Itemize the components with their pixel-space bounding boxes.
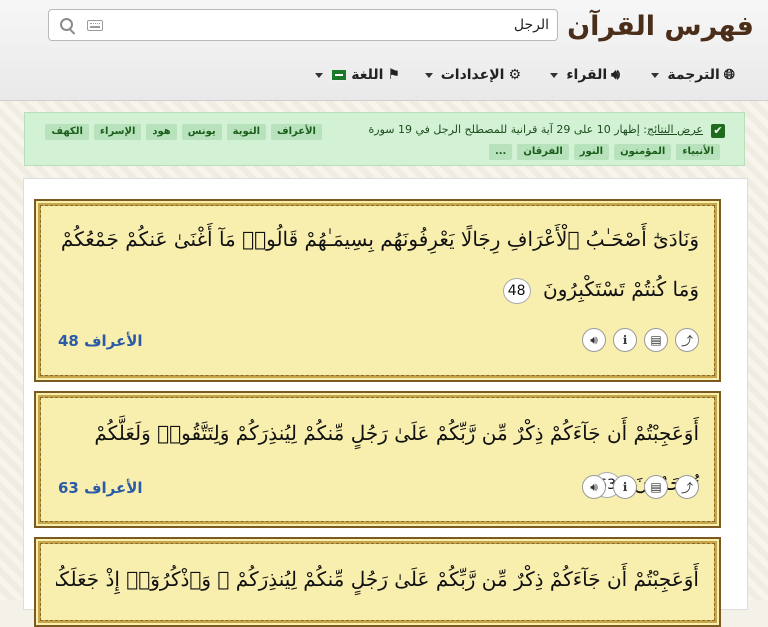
menu-settings-label: الإعدادات: [440, 67, 505, 83]
search-icon[interactable]: [60, 18, 73, 31]
verse-card: أَوَعَجِبْتُمْ أَن جَآءَكُمْ ذِكْرٌ مِّن…: [34, 537, 721, 627]
keyboard-icon[interactable]: [87, 20, 103, 31]
search-box: [48, 9, 558, 41]
app-header: فهرس القرآن 🌐︎ الترجمة 🔊︎ القراء ⚙︎ الإع…: [0, 0, 768, 101]
info-button[interactable]: ℹ: [613, 475, 637, 499]
share-button[interactable]: ⤴: [675, 475, 699, 499]
pdf-button[interactable]: ▤: [644, 328, 668, 352]
menu-language[interactable]: ⚑ اللغة: [315, 62, 400, 88]
flag-icon: ⚑: [387, 67, 400, 83]
logo-text: فهرس القرآن: [567, 10, 754, 42]
speaker-icon: 🔊︎: [611, 67, 620, 83]
verse-arabic: أَوَعَجِبْتُمْ أَن جَآءَكُمْ ذِكْرٌ مِّن…: [56, 567, 699, 591]
menu-translation[interactable]: 🌐︎ الترجمة: [651, 62, 735, 88]
surah-tags-row2: الأنبياء المؤمنون النور الفرقان ...: [488, 144, 720, 160]
surah-tag[interactable]: المؤمنون: [614, 144, 672, 160]
surah-tags-row1: الأعراف التوبة يونس هود الإسراء الكهف: [45, 124, 322, 140]
chevron-down-icon: [424, 72, 433, 78]
verse-actions: 🔊︎ ℹ ▤ ⤴: [582, 475, 699, 499]
chevron-down-icon: [651, 72, 660, 78]
surah-tag[interactable]: الأنبياء: [676, 144, 720, 160]
verse-reference-link[interactable]: الأعراف 63: [58, 479, 143, 497]
chevron-down-icon: [315, 72, 324, 78]
chevron-down-icon: [550, 72, 559, 78]
gear-icon: ⚙︎: [508, 67, 521, 83]
audio-button[interactable]: 🔊︎: [582, 475, 606, 499]
more-tags-button[interactable]: ...: [488, 144, 513, 160]
surah-tag[interactable]: الفرقان: [517, 144, 569, 160]
site-logo[interactable]: فهرس القرآن: [533, 6, 754, 46]
results-summary-text: : إظهار 10 على 29 آية قرانية للمصطلح الر…: [368, 123, 647, 136]
main-content: ✔ عرض النتائج: إظهار 10 على 29 آية قراني…: [0, 101, 768, 627]
surah-tag[interactable]: التوبة: [226, 124, 267, 140]
info-button[interactable]: ℹ: [613, 328, 637, 352]
results-info-box: ✔ عرض النتائج: إظهار 10 على 29 آية قراني…: [24, 112, 745, 166]
results-summary: عرض النتائج: إظهار 10 على 29 آية قرانية …: [369, 123, 703, 136]
results-prefix: عرض النتائج: [647, 123, 703, 136]
menu-translation-label: الترجمة: [667, 67, 720, 83]
surah-tag[interactable]: الأعراف: [271, 124, 322, 140]
menu-reciters[interactable]: 🔊︎ القراء: [550, 62, 620, 88]
verse-card: وَنَادَىٰٓ أَصْحَـٰبُ ٱلْأَعْرَافِ رِجَا…: [34, 199, 721, 382]
share-button[interactable]: ⤴: [675, 328, 699, 352]
search-input[interactable]: [119, 14, 549, 36]
surah-tag[interactable]: هود: [146, 124, 177, 140]
results-panel: وَنَادَىٰٓ أَصْحَـٰبُ ٱلْأَعْرَافِ رِجَا…: [23, 178, 748, 627]
menu-language-label: اللغة: [351, 67, 384, 83]
menu-reciters-label: القراء: [566, 67, 608, 83]
surah-tag[interactable]: الإسراء: [93, 124, 142, 140]
surah-tag[interactable]: النور: [573, 144, 610, 160]
verse-actions: 🔊︎ ℹ ▤ ⤴: [582, 328, 699, 352]
saudi-flag-icon: [331, 69, 348, 81]
globe-icon: 🌐︎: [723, 67, 735, 83]
verse-text: وَنَادَىٰٓ أَصْحَـٰبُ ٱلْأَعْرَافِ رِجَا…: [56, 214, 699, 314]
verse-card: أَوَعَجِبْتُمْ أَن جَآءَكُمْ ذِكْرٌ مِّن…: [34, 391, 721, 528]
verse-text: أَوَعَجِبْتُمْ أَن جَآءَكُمْ ذِكْرٌ مِّن…: [56, 554, 699, 604]
surah-tag[interactable]: يونس: [181, 124, 222, 140]
pdf-button[interactable]: ▤: [644, 475, 668, 499]
verse-arabic: وَنَادَىٰٓ أَصْحَـٰبُ ٱلْأَعْرَافِ رِجَا…: [60, 227, 699, 301]
audio-button[interactable]: 🔊︎: [582, 328, 606, 352]
menu-settings[interactable]: ⚙︎ الإعدادات: [424, 62, 521, 88]
checkbox-icon[interactable]: ✔: [711, 124, 725, 138]
verse-reference-link[interactable]: الأعراف 48: [58, 332, 143, 350]
verse-number-badge: 48: [502, 277, 531, 304]
surah-tag[interactable]: الكهف: [45, 124, 89, 140]
